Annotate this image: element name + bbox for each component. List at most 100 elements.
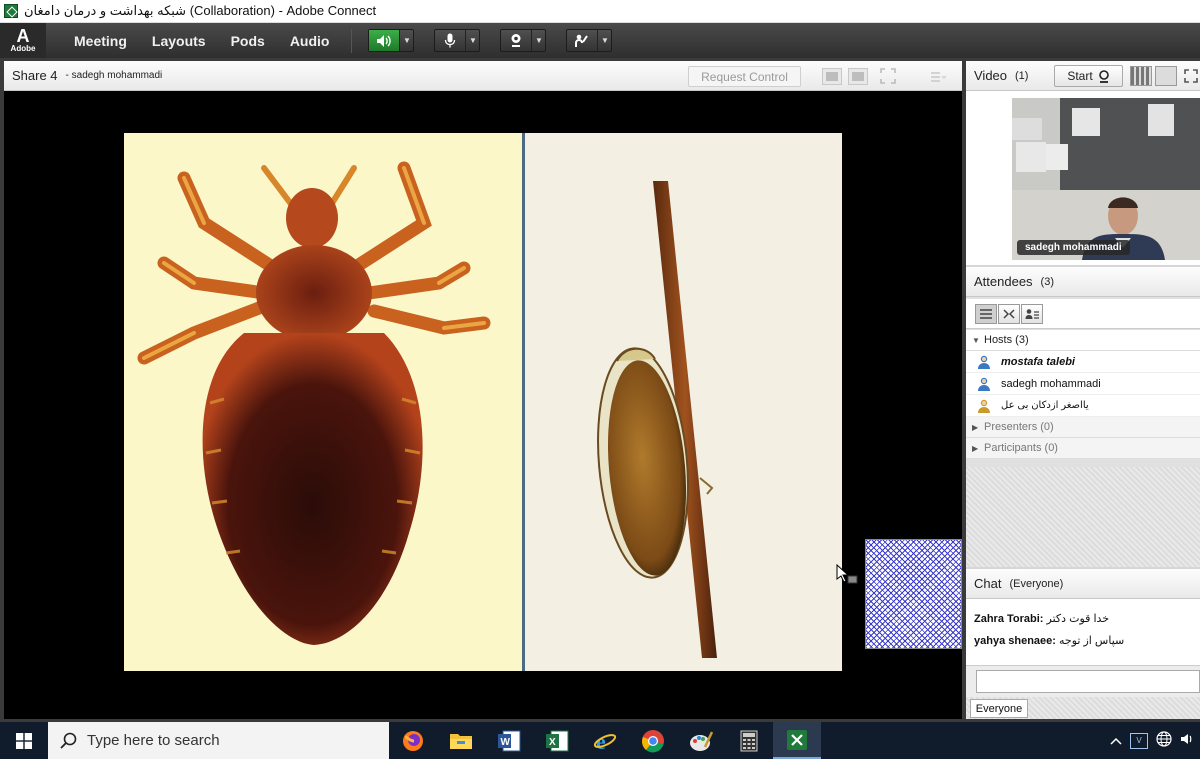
start-webcam-button[interactable]: Start [1054, 65, 1123, 87]
attendee-row[interactable]: sadegh mohammadi [966, 373, 1200, 395]
video-pod-header: Video (1) Start [966, 61, 1200, 91]
excel-icon[interactable]: X [533, 722, 581, 759]
adobe-connect-icon[interactable] [773, 722, 821, 759]
breakout-rooms-icon[interactable] [998, 303, 1020, 324]
host-user-icon [976, 376, 992, 392]
speaker-layout-button[interactable] [1155, 66, 1177, 86]
attendee-name: sadegh mohammadi [1001, 377, 1101, 390]
filmstrip-layout-button[interactable] [1130, 66, 1152, 86]
microphone-dropdown-icon[interactable]: ▼ [465, 30, 479, 51]
chat-sender: Zahra Torabi: [974, 613, 1044, 625]
chat-pod-scope: (Everyone) [1009, 577, 1064, 590]
group-presenters[interactable]: ▶ Presenters (0) [966, 417, 1200, 438]
attendees-pod-count: (3) [1040, 275, 1054, 288]
start-webcam-label: Start [1067, 69, 1093, 83]
attendees-pod: Attendees (3) ▼ Hosts (3) mostafa talebi… [966, 267, 1200, 567]
camera-dropdown-icon[interactable]: ▼ [531, 30, 545, 51]
video-pod-title: Video [974, 68, 1008, 83]
speaker-control[interactable]: ▼ [368, 29, 415, 52]
chat-text: سپاس از توجه [1059, 635, 1125, 647]
firefox-icon[interactable] [389, 722, 437, 759]
word-icon[interactable]: W [485, 722, 533, 759]
chrome-icon[interactable] [629, 722, 677, 759]
host-user-icon [976, 354, 992, 370]
microphone-control[interactable]: ▼ [434, 29, 481, 52]
speaker-icon[interactable] [369, 30, 400, 51]
pod-options-menu-icon[interactable] [930, 70, 947, 82]
menu-layouts[interactable]: Layouts [152, 33, 206, 49]
collapsed-triangle-icon[interactable]: ▶ [972, 444, 984, 453]
svg-text:X: X [549, 737, 556, 748]
chat-message: yahya shenaee: سپاس از توجه [974, 634, 1192, 647]
group-participants-label: Participants (0) [984, 442, 1058, 454]
file-explorer-icon[interactable] [437, 722, 485, 759]
shared-screen-area [4, 92, 962, 719]
volume-icon[interactable] [1180, 732, 1194, 749]
windows-start-icon[interactable] [0, 722, 48, 759]
system-tray: V [1110, 722, 1200, 759]
share-pod-header: Share 4 - sadegh mohammadi Request Contr… [4, 61, 962, 91]
chat-pod-header: Chat (Everyone) [966, 569, 1200, 599]
fullscreen-icon[interactable] [880, 68, 896, 84]
attendee-status-icon[interactable] [1021, 303, 1043, 324]
group-participants[interactable]: ▶ Participants (0) [966, 438, 1200, 459]
group-hosts-label: Hosts (3) [984, 334, 1029, 346]
attendees-pod-header: Attendees (3) [966, 267, 1200, 297]
share-pod: Share 4 - sadegh mohammadi Request Contr… [4, 61, 962, 719]
menu-meeting[interactable]: Meeting [74, 33, 127, 49]
list-view-icon[interactable] [975, 303, 997, 324]
chat-sender: yahya shenaee: [974, 635, 1056, 647]
request-control-button[interactable]: Request Control [688, 66, 801, 87]
share-presenter-name: - sadegh mohammadi [65, 70, 163, 81]
raise-hand-control[interactable]: ▼ [566, 29, 613, 52]
microphone-icon[interactable] [435, 30, 465, 51]
window-titlebar: شبکه بهداشت و درمان دامغان (Collaboratio… [0, 0, 1200, 23]
chat-input[interactable] [976, 670, 1200, 693]
group-hosts[interactable]: ▼ Hosts (3) [966, 330, 1200, 351]
fit-width-button[interactable] [822, 68, 842, 85]
adobe-logo: A Adobe [0, 23, 46, 58]
share-pod-title: Share 4 [12, 68, 58, 83]
raise-hand-dropdown-icon[interactable]: ▼ [597, 30, 611, 51]
calculator-icon[interactable] [725, 722, 773, 759]
webcam-icon[interactable] [501, 30, 531, 51]
camera-control[interactable]: ▼ [500, 29, 547, 52]
host-user-icon [976, 398, 992, 414]
nit-on-hair-image [525, 133, 842, 671]
fit-page-button[interactable] [848, 68, 868, 85]
adobe-logo-icon: A [16, 26, 30, 46]
speaker-dropdown-icon[interactable]: ▼ [399, 30, 413, 51]
menubar: A Adobe Meeting Layouts Pods Audio ▼ ▼ ▼… [0, 23, 1200, 58]
shared-slide [124, 133, 842, 671]
chat-footer: Everyone [966, 697, 1200, 719]
search-icon [60, 732, 77, 749]
adobe-logo-text: Adobe [10, 44, 36, 53]
paint-icon[interactable] [677, 722, 725, 759]
chat-messages: Zahra Torabi: خدا قوت دکتر yahya shenaee… [966, 600, 1200, 664]
collapsed-triangle-icon[interactable]: ▶ [972, 423, 984, 432]
globe-icon[interactable] [1156, 731, 1172, 750]
chat-text: خدا قوت دکتر [1046, 613, 1110, 625]
expand-icon[interactable] [1184, 69, 1198, 83]
language-indicator[interactable]: V [1130, 732, 1148, 749]
video-area: sadegh mohammadi [966, 92, 1200, 265]
svg-text:W: W [501, 737, 511, 748]
louse-image [124, 133, 522, 671]
right-sidebar: Video (1) Start sadegh mohammadi Attende… [966, 61, 1200, 719]
attendee-row[interactable]: mostafa talebi [966, 351, 1200, 373]
attendee-row[interactable]: یااصغر ازدکان بی عل [966, 395, 1200, 417]
adobe-connect-app-icon [4, 4, 18, 18]
taskbar-search[interactable]: Type here to search [48, 722, 389, 759]
video-pod: Video (1) Start sadegh mohammadi [966, 61, 1200, 265]
expand-triangle-icon[interactable]: ▼ [972, 336, 984, 345]
internet-explorer-icon[interactable]: e [581, 722, 629, 759]
raise-hand-icon[interactable] [567, 30, 597, 51]
video-participant-label: sadegh mohammadi [1017, 240, 1130, 255]
chat-input-area [966, 665, 1200, 697]
attendees-list: ▼ Hosts (3) mostafa talebi sadegh mohamm… [966, 330, 1200, 459]
menu-audio[interactable]: Audio [290, 33, 330, 49]
menu-pods[interactable]: Pods [231, 33, 265, 49]
chevron-up-icon[interactable] [1110, 734, 1122, 748]
chat-pod-title: Chat [974, 576, 1002, 591]
chat-recipient-selector[interactable]: Everyone [970, 699, 1028, 718]
